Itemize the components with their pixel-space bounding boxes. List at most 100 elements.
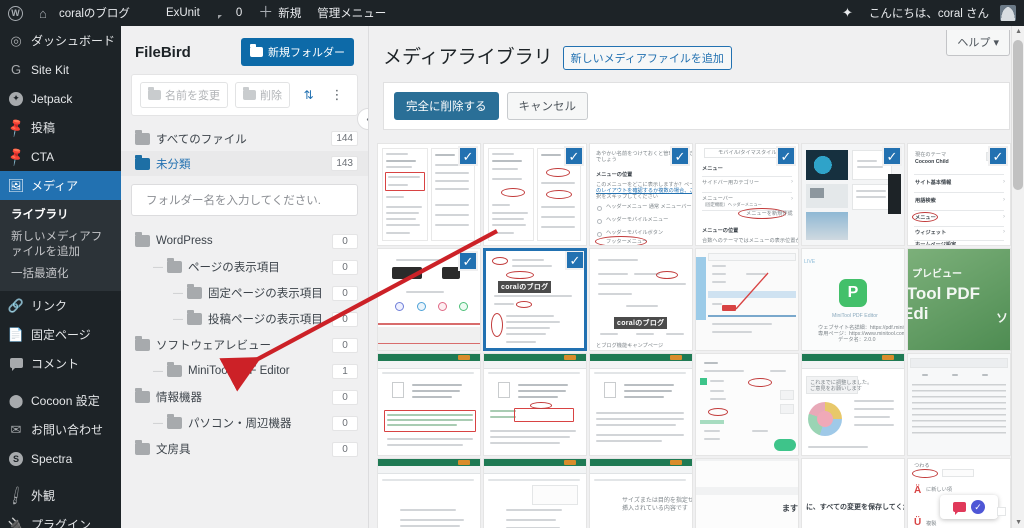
- sidebar-item-plugins[interactable]: 🔌 プラグイン: [0, 510, 121, 528]
- folder-wordpress[interactable]: WordPress 0: [121, 228, 368, 254]
- scroll-down-arrow[interactable]: ▼: [1015, 519, 1022, 526]
- help-button[interactable]: ヘルプ ▾: [946, 30, 1010, 56]
- filebird-title: FileBird: [135, 43, 191, 61]
- tile-checkbox[interactable]: ✓: [565, 251, 584, 270]
- media-tile[interactable]: モバイル/タイマスタイル メニュー サイドバー用カテゴリー › メニューバー （…: [695, 143, 799, 246]
- media-tile[interactable]: に、すべての変更を保存してください: [801, 458, 905, 528]
- new-folder-button[interactable]: 新規フォルダー: [241, 38, 354, 66]
- sidebar-item-contact[interactable]: ✉ お問い合わせ: [0, 415, 121, 444]
- main-content: ヘルプ ▾ メディアライブラリ 新しいメディアファイルを追加 完全に削除する キ…: [369, 26, 1024, 528]
- media-tile[interactable]: [377, 353, 481, 456]
- tile-checkbox[interactable]: ✓: [670, 146, 690, 166]
- folder-information-devices[interactable]: 情報機器 0: [121, 384, 368, 410]
- sidebar-item-pages[interactable]: 📄 固定ページ: [0, 320, 121, 349]
- sort-icon[interactable]: ⇅: [297, 84, 319, 106]
- pdf-logo-icon: P: [839, 279, 867, 307]
- reaction-popup[interactable]: ✓: [940, 495, 998, 519]
- page-header: メディアライブラリ 新しいメディアファイルを追加: [369, 26, 1024, 70]
- folder-static-page-items[interactable]: — 固定ページの表示項目 0: [121, 280, 368, 306]
- thumbnail-image: [908, 354, 1010, 455]
- tile-checkbox[interactable]: ✓: [776, 146, 796, 166]
- sidebar-label: 外観: [31, 489, 56, 504]
- comment-reaction-icon[interactable]: [953, 502, 966, 515]
- media-tile[interactable]: ✓: [377, 248, 481, 351]
- approve-check-icon[interactable]: ✓: [971, 500, 985, 514]
- new-folder-label: 新規フォルダー: [268, 47, 345, 59]
- sidebar-item-media[interactable]: 🖼 メディア: [0, 171, 121, 200]
- more-vertical-icon[interactable]: ⋮: [326, 84, 348, 106]
- sidebar-item-cta[interactable]: 📌 CTA: [0, 142, 121, 171]
- folder-search-input[interactable]: フォルダー名を入力してください.: [131, 184, 358, 216]
- filebird-header: FileBird 新規フォルダー: [121, 26, 368, 74]
- media-tile[interactable]: LIVE P MiniTool PDF Editor ウェブサイト名詳細：htt…: [801, 248, 905, 351]
- ai-assistant-button[interactable]: ✦: [834, 0, 861, 26]
- add-new-media-button[interactable]: 新しいメディアファイルを追加: [562, 46, 732, 70]
- thumbnail-image: つわる Ä に新しい項 ✓ Ü 複製 ペーシ が打ち方 でも選択した項目を選ぶ: [908, 459, 1010, 528]
- media-tile[interactable]: [589, 353, 693, 456]
- delete-permanently-button[interactable]: 完全に削除する: [394, 92, 499, 120]
- folder-rename-icon: [148, 87, 161, 100]
- rename-folder-button[interactable]: 名前を変更: [140, 82, 228, 108]
- media-tile[interactable]: [907, 353, 1011, 456]
- scroll-thumb[interactable]: [1013, 40, 1023, 190]
- scroll-up-arrow[interactable]: ▲: [1015, 28, 1022, 35]
- media-tile[interactable]: ✓: [377, 143, 481, 246]
- sidebar-item-links[interactable]: 🔗 リンク: [0, 291, 121, 320]
- tile-checkbox[interactable]: ✓: [882, 146, 902, 166]
- media-tile[interactable]: coralのブログ とブログ機能キャンプページ: [589, 248, 693, 351]
- media-tile[interactable]: あやかい名前をつけておくと管理するとき でしょう メニューの位置 このメニューを…: [589, 143, 693, 246]
- submenu-item-library[interactable]: ライブラリ: [0, 205, 121, 227]
- submenu-item-bulk-optimize[interactable]: 一括最適化: [0, 264, 121, 286]
- sidebar-item-jetpack[interactable]: ✦ Jetpack: [0, 84, 121, 113]
- delete-folder-button[interactable]: 削除: [235, 82, 290, 108]
- wp-logo-button[interactable]: W: [0, 0, 31, 26]
- sidebar-item-cocoon-settings[interactable]: ⬤ Cocoon 設定: [0, 386, 121, 415]
- my-account-menu[interactable]: こんにちは、coral さん: [861, 0, 1024, 26]
- media-tile[interactable]: [377, 458, 481, 528]
- folder-page-display-items[interactable]: — ページの表示項目 0: [121, 254, 368, 280]
- sidebar-label: リンク: [31, 299, 68, 314]
- site-name-menu[interactable]: ⌂ coralのブログ: [31, 0, 138, 26]
- folder-uncategorized[interactable]: 未分類 143: [121, 151, 368, 176]
- folder-minitool-pdf-editor[interactable]: — MiniTool PDF Editor 1: [121, 358, 368, 384]
- folder-label: 文房具: [156, 444, 191, 456]
- page-scrollbar[interactable]: ▲ ▼: [1011, 26, 1024, 528]
- folder-software-review[interactable]: ソフトウェアレビュー 0: [121, 332, 368, 358]
- media-tile[interactable]: [695, 353, 799, 456]
- folder-pc-peripherals[interactable]: — パソコン・周辺機器 0: [121, 410, 368, 436]
- sidebar-item-spectra[interactable]: S Spectra: [0, 444, 121, 473]
- folder-all-files[interactable]: すべてのファイル 144: [121, 126, 368, 151]
- media-tile[interactable]: これまでに調整しました。 ご意見をお願いします: [801, 353, 905, 456]
- thumbnail-image: [484, 459, 586, 528]
- media-tile[interactable]: [695, 248, 799, 351]
- sidebar-item-site-kit[interactable]: G Site Kit: [0, 55, 121, 84]
- media-tile[interactable]: ます: [695, 458, 799, 528]
- media-tile-selected[interactable]: coralのブログ ✓: [483, 248, 587, 351]
- sidebar-item-posts[interactable]: 📌 投稿: [0, 113, 121, 142]
- folder-post-page-items[interactable]: — 投稿ページの表示項目 0: [121, 306, 368, 332]
- media-tile[interactable]: 現在のテーマ Cocoon Child サイト基本情報 › 用語検索 › メニュ…: [907, 143, 1011, 246]
- new-content-menu[interactable]: ＋ 新規: [250, 0, 309, 26]
- tile-checkbox[interactable]: ✓: [458, 146, 478, 166]
- sidebar-item-dashboard[interactable]: ◎ ダッシュボード: [0, 26, 121, 55]
- sidebar-label: Site Kit: [31, 62, 70, 77]
- exunit-menu[interactable]: ExUnit: [138, 0, 208, 26]
- tile-checkbox[interactable]: ✓: [988, 146, 1008, 166]
- media-tile[interactable]: [483, 458, 587, 528]
- cancel-button[interactable]: キャンセル: [506, 92, 588, 120]
- media-tile[interactable]: プレビュー iTool PDF Edi ソ: [907, 248, 1011, 351]
- tile-checkbox[interactable]: ✓: [564, 146, 584, 166]
- media-tile[interactable]: つわる Ä に新しい項 ✓ Ü 複製 ペーシ が打ち方 でも選択した項目を選ぶ: [907, 458, 1011, 528]
- submenu-item-add-new[interactable]: 新しいメディアファイルを追加: [0, 227, 121, 264]
- media-tile[interactable]: [483, 353, 587, 456]
- folder-stationery[interactable]: 文房具 0: [121, 436, 368, 462]
- comments-menu[interactable]: 0: [208, 0, 250, 26]
- sidebar-item-appearance[interactable]: 🖌 外観: [0, 481, 121, 510]
- media-tile[interactable]: サイズまたは目的を指定せずに 挿入されている内容です: [589, 458, 693, 528]
- admin-menu-item[interactable]: 管理メニュー: [309, 0, 394, 26]
- tile-checkbox[interactable]: ✓: [458, 251, 478, 271]
- sidebar-item-comments[interactable]: コメント: [0, 349, 121, 378]
- page-icon: 📄: [7, 326, 25, 342]
- media-tile[interactable]: ✓: [483, 143, 587, 246]
- media-tile[interactable]: ✓: [801, 143, 905, 246]
